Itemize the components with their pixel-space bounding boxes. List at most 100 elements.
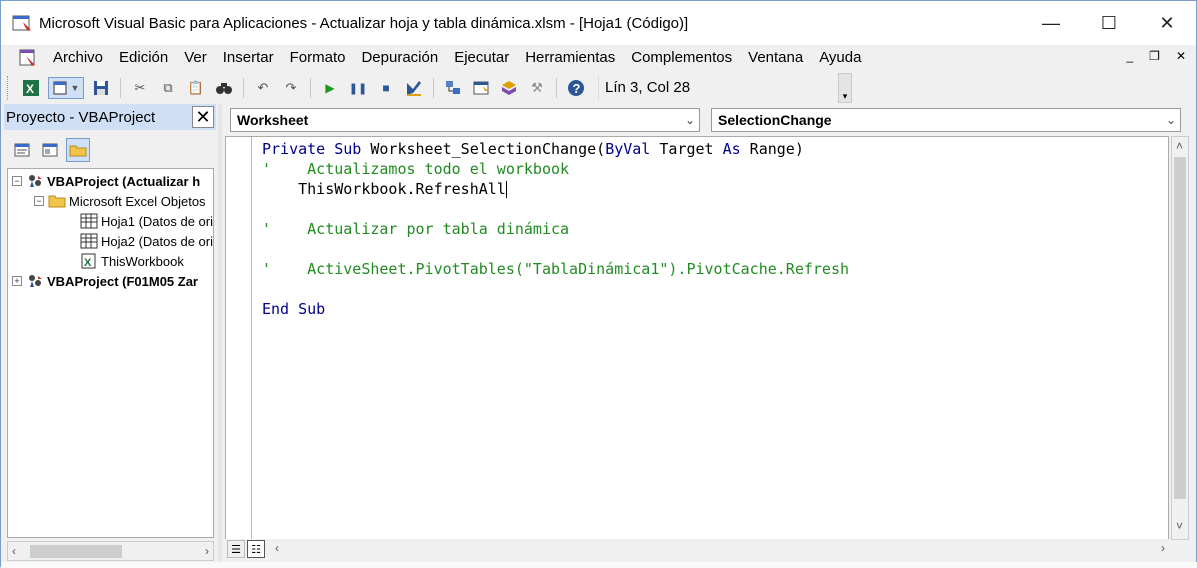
- tree-item-label: VBAProject (Actualizar h: [47, 173, 201, 189]
- project-explorer-close-button[interactable]: ✕: [192, 106, 214, 128]
- code-token: ' Actualizamos todo el workbook: [262, 160, 570, 178]
- menu-ejecutar[interactable]: Ejecutar: [446, 45, 517, 71]
- scroll-right-icon[interactable]: ›: [1161, 541, 1165, 555]
- excel-view-icon[interactable]: X: [20, 77, 42, 99]
- close-button[interactable]: ✕: [1138, 1, 1196, 45]
- mdi-close-button[interactable]: ✕: [1176, 49, 1186, 63]
- project-explorer-title-text: Proyecto - VBAProject: [6, 108, 156, 126]
- code-line[interactable]: ' ActiveSheet.PivotTables("TablaDinámica…: [262, 259, 849, 279]
- code-line[interactable]: Private Sub Worksheet_SelectionChange(By…: [262, 139, 849, 159]
- object-browser-icon[interactable]: [498, 77, 520, 99]
- properties-icon[interactable]: [470, 77, 492, 99]
- toolbox-icon[interactable]: ⚒: [526, 77, 548, 99]
- menu-herramientas[interactable]: Herramientas: [517, 45, 623, 71]
- code-lines: Private Sub Worksheet_SelectionChange(By…: [262, 139, 849, 319]
- code-line[interactable]: End Sub: [262, 299, 849, 319]
- insert-module-icon[interactable]: ▼: [48, 77, 84, 99]
- menu-depuracion[interactable]: Depuración: [353, 45, 446, 71]
- code-token: Target: [650, 140, 723, 158]
- menu-ventana[interactable]: Ventana: [740, 45, 811, 71]
- code-line[interactable]: [262, 199, 849, 219]
- redo-icon[interactable]: ↷: [280, 77, 302, 99]
- toggle-folders-button[interactable]: [66, 138, 90, 162]
- menu-formato[interactable]: Formato: [282, 45, 354, 71]
- tree-expander[interactable]: −: [34, 196, 44, 206]
- scroll-left-icon[interactable]: ‹: [275, 541, 279, 555]
- scroll-down-icon[interactable]: ˅: [1176, 519, 1183, 533]
- scrollbar-thumb[interactable]: [1174, 157, 1186, 499]
- svg-text:X: X: [84, 257, 92, 269]
- window-title: Microsoft Visual Basic para Aplicaciones…: [39, 14, 689, 32]
- scrollbar-thumb[interactable]: [30, 545, 122, 558]
- scroll-right-icon[interactable]: ›: [205, 544, 209, 558]
- code-line[interactable]: ThisWorkbook.RefreshAll: [262, 179, 849, 199]
- cut-icon[interactable]: ✂: [129, 77, 151, 99]
- tree-expander[interactable]: −: [12, 176, 22, 186]
- code-line[interactable]: [262, 239, 849, 259]
- undo-icon[interactable]: ↶: [252, 77, 274, 99]
- design-mode-icon[interactable]: [403, 77, 425, 99]
- full-module-view-button[interactable]: ☷: [247, 540, 265, 558]
- code-line[interactable]: ' Actualizar por tabla dinámica: [262, 219, 849, 239]
- tree-item-label: Hoja2 (Datos de ori: [101, 233, 213, 249]
- help-icon[interactable]: ?: [565, 77, 587, 99]
- menu-ver[interactable]: Ver: [176, 45, 215, 71]
- tree-item-vbaproject-f01m05[interactable]: + VBAProject (F01M05 Zar: [12, 271, 198, 291]
- mdi-minimize-button[interactable]: _: [1126, 49, 1133, 63]
- toolbar-grip[interactable]: [7, 76, 11, 100]
- menu-complementos[interactable]: Complementos: [623, 45, 740, 71]
- vba-project-icon: [26, 273, 44, 289]
- tree-item-vbaproject-actualizar[interactable]: − VBAProject (Actualizar h: [12, 171, 200, 191]
- tree-expander[interactable]: +: [12, 276, 22, 286]
- code-token: Private Sub: [262, 140, 371, 158]
- paste-icon[interactable]: 📋: [185, 77, 207, 99]
- code-line[interactable]: ' Actualizamos todo el workbook: [262, 159, 849, 179]
- tree-item-hoja2[interactable]: Hoja2 (Datos de ori: [80, 231, 213, 251]
- procedure-combo[interactable]: SelectionChange ⌄: [711, 108, 1181, 132]
- procedure-view-button[interactable]: ☰: [227, 540, 245, 558]
- break-icon[interactable]: ❚❚: [347, 77, 369, 99]
- worksheet-icon: [80, 233, 98, 249]
- toolbar-separator: [120, 78, 121, 98]
- maximize-button[interactable]: ☐: [1080, 1, 1138, 45]
- reset-icon[interactable]: ■: [375, 77, 397, 99]
- tree-item-thisworkbook[interactable]: X ThisWorkbook: [80, 251, 184, 271]
- run-icon[interactable]: ▶: [319, 77, 341, 99]
- menu-ayuda[interactable]: Ayuda: [811, 45, 869, 71]
- menu-edicion[interactable]: Edición: [111, 45, 176, 71]
- object-combo[interactable]: Worksheet ⌄: [230, 108, 700, 132]
- minimize-button[interactable]: —: [1022, 1, 1080, 45]
- toolbar-overflow-button[interactable]: ▾: [838, 73, 852, 103]
- view-code-button[interactable]: [10, 138, 34, 162]
- menu-insertar[interactable]: Insertar: [215, 45, 282, 71]
- worksheet-icon: [80, 213, 98, 229]
- vba-app-icon: [11, 12, 33, 34]
- tree-item-hoja1[interactable]: Hoja1 (Datos de ori: [80, 211, 213, 231]
- copy-icon[interactable]: ⧉: [157, 77, 179, 99]
- scroll-up-icon[interactable]: ˄: [1176, 139, 1183, 153]
- save-icon[interactable]: [90, 77, 112, 99]
- chevron-down-icon[interactable]: ⌄: [685, 109, 695, 131]
- code-vertical-scrollbar[interactable]: ˄ ˅: [1171, 136, 1189, 540]
- svg-text:X: X: [26, 82, 34, 96]
- tree-item-excel-objects[interactable]: − Microsoft Excel Objetos: [34, 191, 206, 211]
- workbook-icon: X: [80, 253, 98, 269]
- menu-bar: Archivo Edición Ver Insertar Formato Dep…: [1, 45, 1196, 71]
- background-window-edge: [1, 562, 1197, 568]
- chevron-down-icon[interactable]: ⌄: [1166, 109, 1176, 131]
- code-token: Range): [740, 140, 804, 158]
- code-line[interactable]: [262, 279, 849, 299]
- document-icon[interactable]: [17, 48, 39, 68]
- mdi-restore-button[interactable]: ❐: [1149, 49, 1160, 63]
- code-editor[interactable]: Private Sub Worksheet_SelectionChange(By…: [225, 136, 1169, 540]
- project-horizontal-scrollbar[interactable]: ‹ ›: [7, 541, 214, 561]
- menu-archivo[interactable]: Archivo: [45, 45, 111, 71]
- code-horizontal-scrollbar[interactable]: ‹ ›: [271, 539, 1169, 559]
- find-icon[interactable]: [213, 77, 235, 99]
- project-explorer: Proyecto - VBAProject ✕ − VBAProject (Ac…: [4, 104, 216, 561]
- margin-indicator-bar[interactable]: [226, 137, 252, 539]
- project-explorer-title: Proyecto - VBAProject ✕: [4, 104, 216, 130]
- view-object-button[interactable]: [38, 138, 62, 162]
- project-explorer-icon[interactable]: [442, 77, 464, 99]
- scroll-left-icon[interactable]: ‹: [12, 544, 16, 558]
